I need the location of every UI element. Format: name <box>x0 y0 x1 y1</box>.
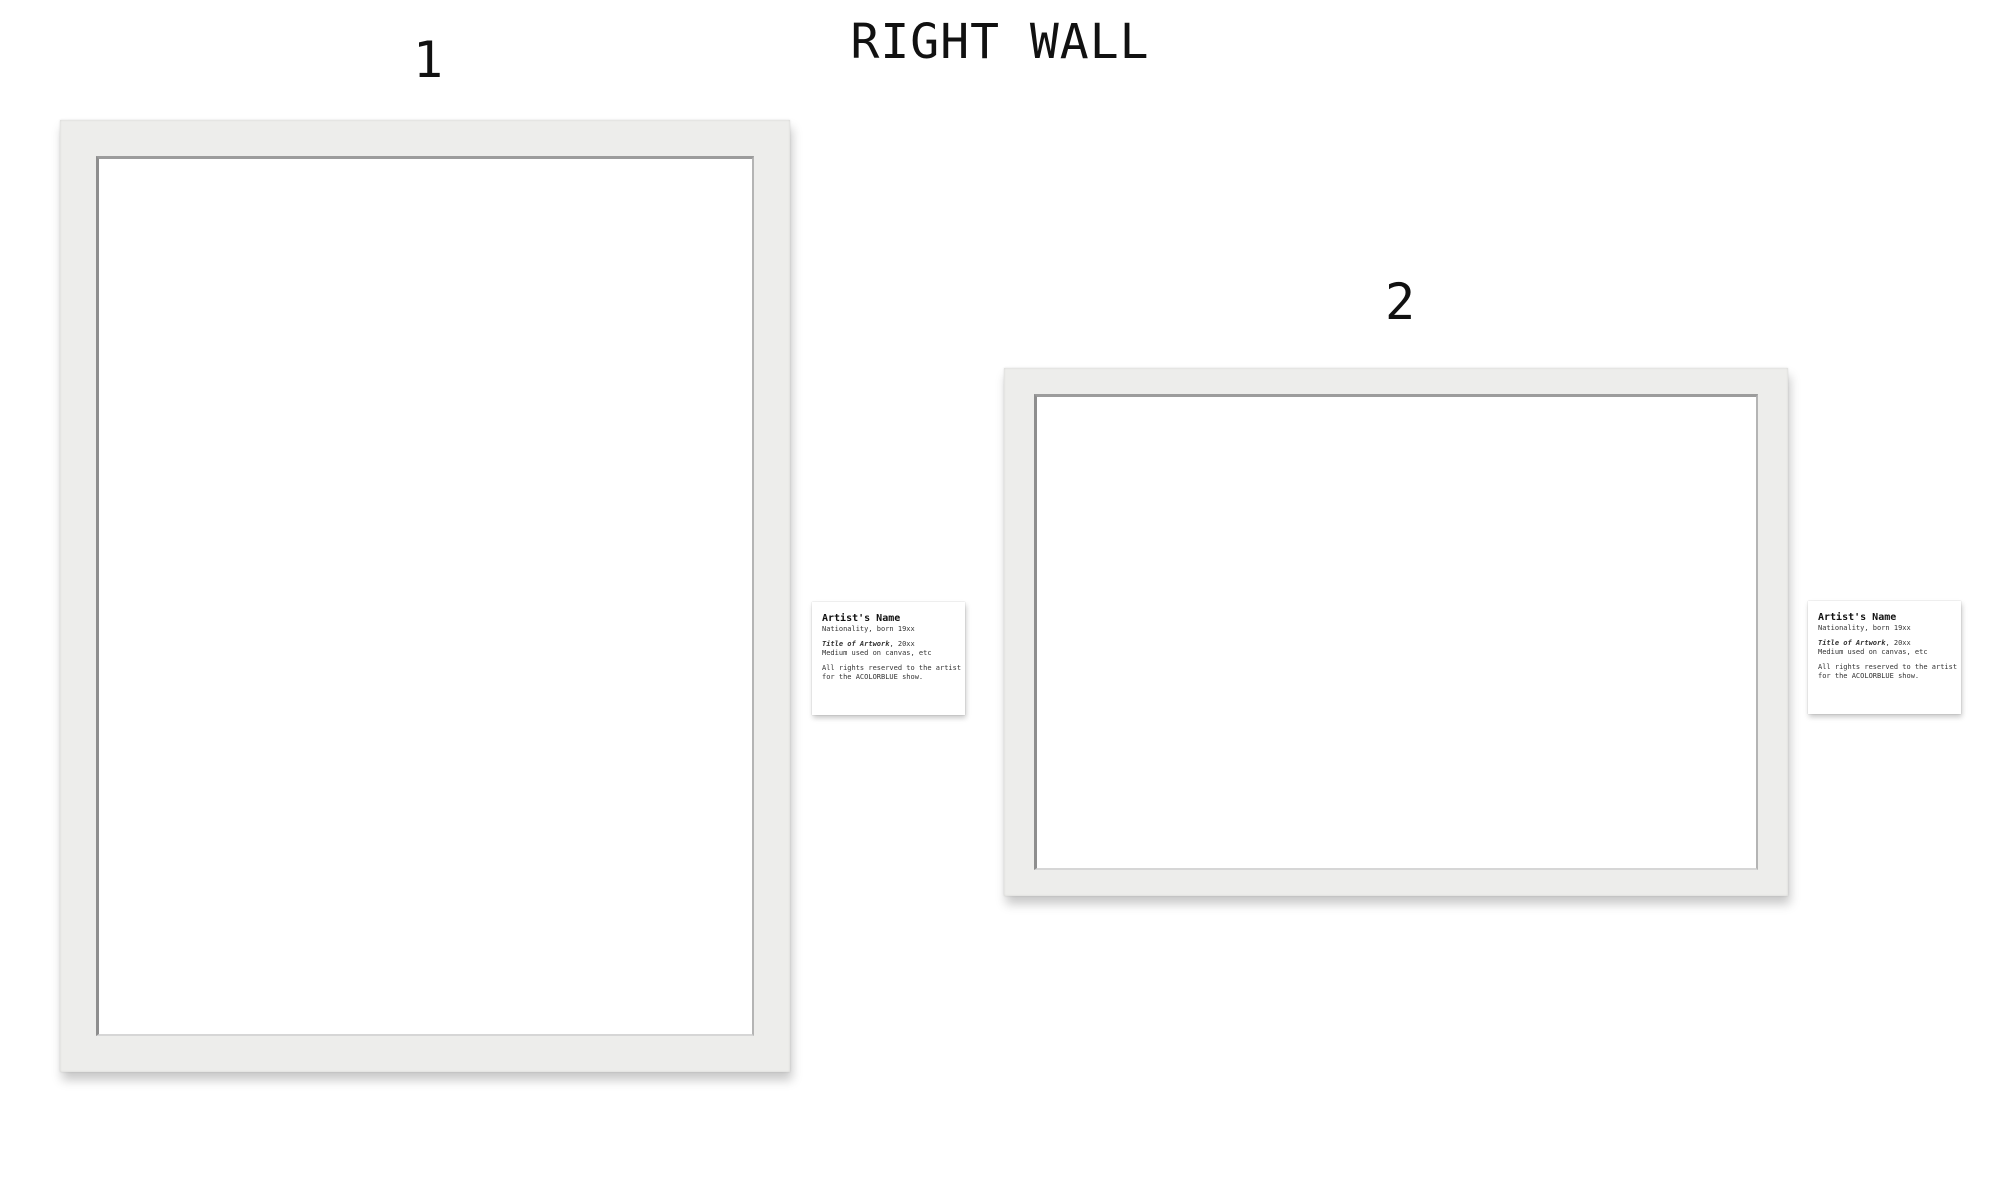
artwork-title-line: Title of Artwork, 20xx <box>822 640 955 649</box>
rights-note: All rights reserved to the artist for th… <box>822 664 962 682</box>
slot-number-1: 1 <box>412 31 444 89</box>
wall-label-1: Artist's Name Nationality, born 19xx Tit… <box>812 602 965 715</box>
rights-line-1: All rights reserved to the artist <box>1818 663 1958 671</box>
artist-nationality: Nationality, born 19xx <box>822 625 915 633</box>
rights-line-1: All rights reserved to the artist <box>822 664 962 672</box>
artwork-title: Title of Artwork <box>822 640 890 648</box>
artwork-medium: Medium used on canvas, etc <box>822 649 932 657</box>
artist-nationality: Nationality, born 19xx <box>1818 624 1911 632</box>
rights-line-2: for the ACOLORBLUE show. <box>822 673 924 681</box>
rights-line-2: for the ACOLORBLUE show. <box>1818 672 1920 680</box>
rights-note: All rights reserved to the artist for th… <box>1818 663 1958 681</box>
artwork-placeholder-2 <box>1034 394 1758 870</box>
wall-label-2: Artist's Name Nationality, born 19xx Tit… <box>1808 601 1961 714</box>
wall-title: RIGHT WALL <box>850 14 1150 70</box>
artwork-title-line: Title of Artwork, 20xx <box>1818 639 1951 648</box>
artwork-title: Title of Artwork <box>1818 639 1886 647</box>
artwork-placeholder-1 <box>96 156 754 1036</box>
artwork-frame-1 <box>60 120 790 1072</box>
artwork-year: , 20xx <box>1885 639 1911 647</box>
artwork-frame-2 <box>1004 368 1788 896</box>
artwork-year: , 20xx <box>889 640 915 648</box>
artist-name: Artist's Name <box>1818 612 1897 623</box>
artwork-medium: Medium used on canvas, etc <box>1818 648 1928 656</box>
slot-number-2: 2 <box>1384 273 1416 331</box>
artist-name: Artist's Name <box>822 613 901 624</box>
